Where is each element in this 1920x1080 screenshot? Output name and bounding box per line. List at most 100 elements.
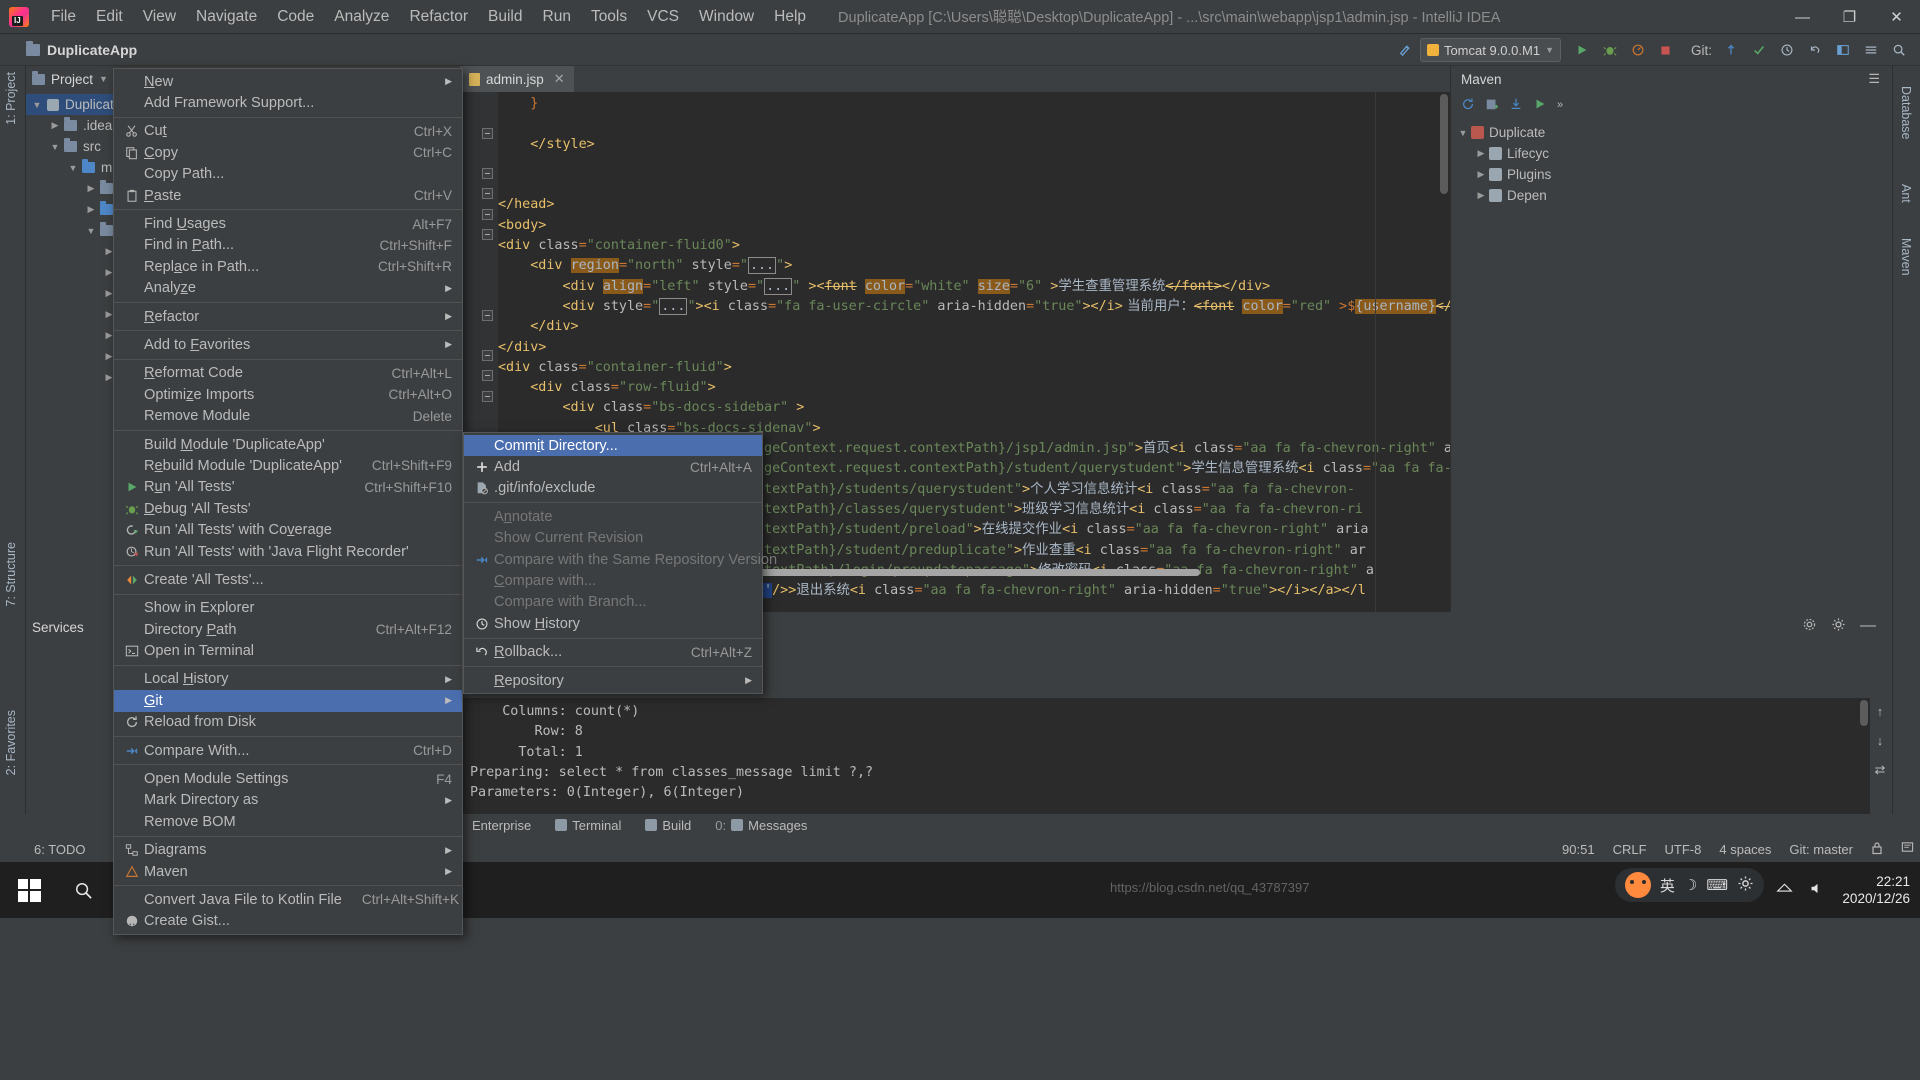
rail-label-structure[interactable]: 7: Structure (4, 538, 18, 611)
run-configuration-selector[interactable]: Tomcat 9.0.0.M1 ▼ (1420, 38, 1561, 62)
menu-navigate[interactable]: Navigate (186, 5, 267, 29)
fold-marker-icon[interactable] (482, 188, 493, 199)
console-side-toolbar[interactable]: ↑ ↓ ⇄ (1870, 698, 1890, 814)
menu-item-paste[interactable]: PasteCtrl+V (114, 185, 462, 206)
maven-toolbar[interactable]: » (1451, 92, 1890, 118)
bottom-tab-build[interactable]: Build (633, 818, 703, 833)
menu-build[interactable]: Build (478, 5, 532, 29)
maven-refresh-icon[interactable] (1461, 97, 1475, 114)
menu-analyze[interactable]: Analyze (324, 5, 399, 29)
ime-toolbar[interactable]: 英 ☽ ⌨ (1615, 868, 1764, 902)
chevron-right-icon[interactable]: ▶ (84, 204, 98, 215)
line-separator[interactable]: CRLF (1613, 842, 1647, 857)
file-encoding[interactable]: UTF-8 (1665, 842, 1702, 857)
build-icon[interactable] (1392, 37, 1418, 63)
fold-marker-icon[interactable] (482, 350, 493, 361)
git-branch[interactable]: Git: master (1789, 842, 1853, 857)
menu-item-reformat-code[interactable]: Reformat CodeCtrl+Alt+L (114, 363, 462, 384)
maven-tree[interactable]: ▼Duplicate▶Lifecyc▶Plugins▶Depen (1451, 118, 1890, 206)
fold-marker-icon[interactable] (482, 128, 493, 139)
fold-marker-icon[interactable] (482, 391, 493, 402)
settings-icon[interactable] (1858, 37, 1884, 63)
menu-item-compare-with[interactable]: Compare With...Ctrl+D (114, 740, 462, 761)
console-minimize-icon[interactable]: — (1860, 617, 1876, 635)
chevron-down-icon[interactable]: ▼ (30, 100, 44, 110)
console-gear-icon[interactable] (1831, 617, 1846, 635)
soft-wrap-icon[interactable]: ⇄ (1875, 762, 1886, 778)
maven-tree-row[interactable]: ▶Lifecyc (1451, 143, 1890, 164)
undo-icon[interactable] (1802, 37, 1828, 63)
menu-item-show-history[interactable]: Show History (464, 613, 762, 634)
menu-item-show-in-explorer[interactable]: Show in Explorer (114, 598, 462, 619)
menu-tools[interactable]: Tools (581, 5, 637, 29)
menu-item-rollback[interactable]: Rollback...Ctrl+Alt+Z (464, 642, 762, 663)
menu-code[interactable]: Code (267, 5, 324, 29)
menu-item-replace-in-path[interactable]: Replace in Path...Ctrl+Shift+R (114, 256, 462, 277)
menu-bar[interactable]: FileEditViewNavigateCodeAnalyzeRefactorB… (41, 0, 816, 34)
status-right[interactable]: 90:51 CRLF UTF-8 4 spaces Git: master (1562, 841, 1914, 858)
chevron-right-icon[interactable]: ▶ (1473, 190, 1489, 201)
console-settings-gear-icon[interactable] (1802, 617, 1817, 635)
event-log-icon[interactable] (1901, 841, 1914, 857)
close-icon[interactable]: ✕ (554, 71, 565, 87)
chevron-down-icon[interactable]: ▼ (66, 163, 80, 173)
menu-item-copy[interactable]: CopyCtrl+C (114, 142, 462, 163)
maximize-button[interactable]: ❐ (1826, 0, 1873, 34)
git-update-icon[interactable] (1718, 37, 1744, 63)
rail-label-maven[interactable]: Maven (1899, 232, 1913, 282)
chevron-right-icon[interactable]: ▶ (1473, 169, 1489, 180)
menu-item-reload-from-disk[interactable]: Reload from Disk (114, 712, 462, 733)
menu-item-run-all-tests[interactable]: Run 'All Tests'Ctrl+Shift+F10 (114, 477, 462, 498)
rail-label-favorites[interactable]: 2: Favorites (4, 706, 18, 779)
menu-item-find-usages[interactable]: Find UsagesAlt+F7 (114, 213, 462, 234)
editor-horizontal-scrollbar[interactable] (760, 569, 1200, 576)
fold-marker-icon[interactable] (482, 310, 493, 321)
git-commit-icon[interactable] (1746, 37, 1772, 63)
chevron-down-icon[interactable]: ▼ (1455, 128, 1471, 138)
menu-item-add-framework-support[interactable]: Add Framework Support... (114, 92, 462, 113)
menu-vcs[interactable]: VCS (637, 5, 689, 29)
menu-item-commit-directory[interactable]: Commit Directory... (464, 435, 762, 456)
main-toolbar[interactable]: Tomcat 9.0.0.M1 ▼ Git: (1392, 34, 1912, 66)
menu-item-local-history[interactable]: Local History▶ (114, 669, 462, 690)
chevron-down-icon[interactable]: ▼ (99, 74, 108, 84)
maven-run-icon[interactable] (1533, 97, 1547, 114)
menu-item-open-module-settings[interactable]: Open Module SettingsF4 (114, 768, 462, 789)
menu-item-run-all-tests-with-coverage[interactable]: Run 'All Tests' with Coverage (114, 519, 462, 540)
maven-generate-sources-icon[interactable] (1485, 97, 1499, 114)
ime-language-label[interactable]: 英 (1660, 875, 1675, 896)
history-icon[interactable] (1774, 37, 1800, 63)
run-icon[interactable] (1569, 37, 1595, 63)
volume-icon[interactable] (1809, 880, 1826, 900)
left-tool-rail[interactable]: 1: Project 7: Structure 2: Favorites (0, 66, 26, 814)
close-button[interactable]: ✕ (1873, 0, 1920, 34)
network-icon[interactable] (1776, 880, 1793, 900)
menu-item-cut[interactable]: CutCtrl+X (114, 121, 462, 142)
menu-item-convert-java-file-to-kotlin-file[interactable]: Convert Java File to Kotlin FileCtrl+Alt… (114, 889, 462, 910)
menu-item-build-module-duplicateapp[interactable]: Build Module 'DuplicateApp' (114, 434, 462, 455)
lock-icon[interactable] (1871, 841, 1883, 858)
indent-setting[interactable]: 4 spaces (1719, 842, 1771, 857)
chevron-right-icon[interactable]: ▶ (48, 120, 62, 131)
menu-help[interactable]: Help (764, 5, 816, 29)
caret-position[interactable]: 90:51 (1562, 842, 1595, 857)
menu-edit[interactable]: Edit (86, 5, 133, 29)
chevron-right-icon[interactable]: ▶ (1473, 148, 1489, 159)
ime-keyboard-icon[interactable]: ⌨ (1706, 876, 1728, 894)
menu-item-refactor[interactable]: Refactor▶ (114, 306, 462, 327)
menu-item-find-in-path[interactable]: Find in Path...Ctrl+Shift+F (114, 235, 462, 256)
menu-item-remove-bom[interactable]: Remove BOM (114, 811, 462, 832)
debug-icon[interactable] (1597, 37, 1623, 63)
layout-icon[interactable] (1830, 37, 1856, 63)
menu-item-git-info-exclude[interactable]: .git/info/exclude (464, 478, 762, 499)
maven-tree-row[interactable]: ▶Depen (1451, 185, 1890, 206)
todo-label[interactable]: 6: TODO (34, 842, 86, 857)
right-tool-rail[interactable]: Database Ant Maven (1892, 66, 1920, 814)
menu-item-directory-path[interactable]: Directory PathCtrl+Alt+F12 (114, 619, 462, 640)
maven-download-icon[interactable] (1509, 97, 1523, 114)
fold-marker-icon[interactable] (482, 209, 493, 220)
maven-tree-row[interactable]: ▶Plugins (1451, 164, 1890, 185)
menu-item-new[interactable]: New▶ (114, 71, 462, 92)
menu-item-maven[interactable]: Maven▶ (114, 861, 462, 882)
chevron-down-icon[interactable]: ▼ (48, 142, 62, 152)
